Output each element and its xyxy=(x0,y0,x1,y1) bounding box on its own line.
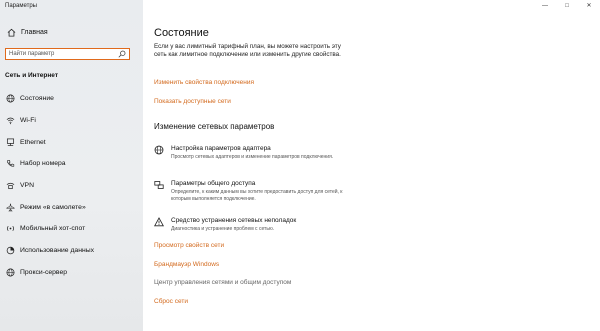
search-placeholder: Найти параметр xyxy=(9,51,55,57)
sidebar-item-ethernet[interactable]: Ethernet xyxy=(0,131,143,153)
show-available-networks-link[interactable]: Показать доступные сети xyxy=(154,98,231,105)
network-reset-link[interactable]: Сброс сети xyxy=(154,298,188,305)
sidebar-item-label: Состояние xyxy=(20,95,54,103)
view-network-properties-link[interactable]: Просмотр свойств сети xyxy=(154,242,224,249)
sidebar-item-data-usage[interactable]: Использование данных xyxy=(0,240,143,262)
page-description: Если у вас лимитный тарифный план, вы мо… xyxy=(154,43,341,59)
home-link[interactable]: Главная xyxy=(6,27,48,37)
sidebar: Параметры Главная Найти параметр Сеть и … xyxy=(0,0,143,331)
window-controls: — □ ✕ xyxy=(534,0,600,11)
sidebar-item-vpn[interactable]: VPN xyxy=(0,175,143,197)
sidebar-item-status[interactable]: Состояние xyxy=(0,88,143,110)
adapter-icon xyxy=(154,145,164,155)
option-title: Средство устранения сетевых неполадок xyxy=(171,217,297,224)
option-title: Настройка параметров адаптера xyxy=(171,145,271,152)
proxy-globe-icon xyxy=(6,268,15,277)
sidebar-item-proxy[interactable]: Прокси-сервер xyxy=(0,262,143,284)
close-button[interactable]: ✕ xyxy=(578,0,600,11)
wifi-icon xyxy=(6,116,15,125)
home-label: Главная xyxy=(21,28,48,36)
home-icon xyxy=(6,27,16,37)
ethernet-icon xyxy=(6,138,15,147)
sidebar-item-label: Режим «в самолете» xyxy=(20,203,86,211)
option-desc: Просмотр сетевых адаптеров и изменение п… xyxy=(171,154,334,160)
option-title: Параметры общего доступа xyxy=(171,180,256,187)
page-title: Состояние xyxy=(154,27,209,39)
section-title: Изменение сетевых параметров xyxy=(154,122,275,131)
windows-firewall-link[interactable]: Брандмауэр Windows xyxy=(154,261,219,268)
search-input[interactable]: Найти параметр xyxy=(5,48,130,60)
sidebar-item-label: VPN xyxy=(20,182,34,190)
section-label: Сеть и Интернет xyxy=(5,72,59,79)
option-desc: Определите, к каким данным вы хотите пре… xyxy=(171,189,343,202)
window-title: Параметры xyxy=(5,3,37,9)
network-sharing-center-link[interactable]: Центр управления сетями и общим доступом xyxy=(154,279,291,286)
vpn-icon xyxy=(6,181,15,190)
dialup-phone-icon xyxy=(6,159,15,168)
change-connection-properties-link[interactable]: Изменить свойства подключения xyxy=(154,79,254,86)
main-panel: — □ ✕ Состояние Если у вас лимитный тари… xyxy=(143,0,600,331)
sidebar-item-label: Использование данных xyxy=(20,247,94,255)
sharing-icon xyxy=(154,181,164,189)
sidebar-item-airplane[interactable]: Режим «в самолете» xyxy=(0,196,143,218)
sidebar-item-label: Набор номера xyxy=(20,160,66,168)
sidebar-item-dialup[interactable]: Набор номера xyxy=(0,153,143,175)
warning-icon xyxy=(154,217,164,227)
hotspot-icon xyxy=(6,224,15,233)
sidebar-item-label: Ethernet xyxy=(20,138,46,146)
minimize-button[interactable]: — xyxy=(534,0,556,11)
data-usage-icon xyxy=(6,246,15,255)
sidebar-item-wifi[interactable]: Wi-Fi xyxy=(0,110,143,132)
search-icon[interactable] xyxy=(118,50,126,58)
sidebar-nav: Состояние Wi-Fi Ethernet Набор номера VP… xyxy=(0,88,143,283)
globe-icon xyxy=(6,94,15,103)
sidebar-item-hotspot[interactable]: Мобильный хот-спот xyxy=(0,218,143,240)
maximize-button[interactable]: □ xyxy=(556,0,578,11)
sidebar-item-label: Wi-Fi xyxy=(20,117,36,125)
airplane-icon xyxy=(6,203,15,212)
sidebar-item-label: Прокси-сервер xyxy=(20,268,68,276)
sidebar-item-label: Мобильный хот-спот xyxy=(20,225,86,233)
option-desc: Диагностика и устранение проблем с сетью… xyxy=(171,226,275,232)
